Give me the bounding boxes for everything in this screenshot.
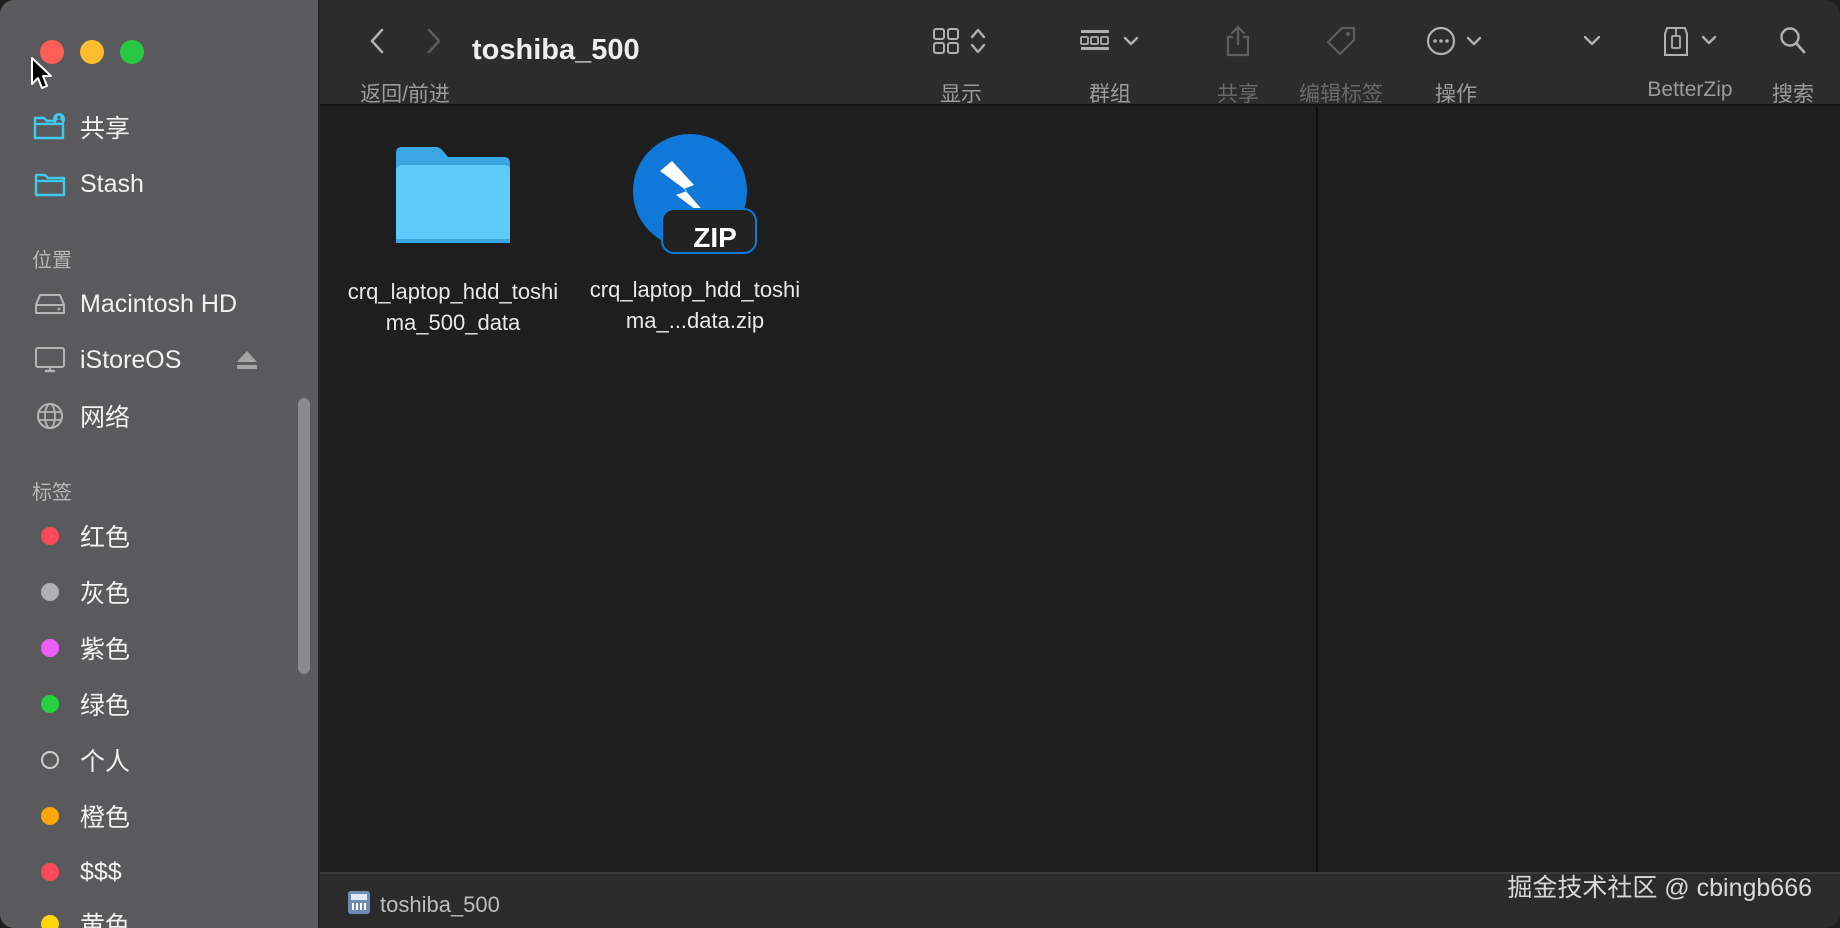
tag-color-dot: [41, 695, 59, 713]
group-button[interactable]: 群组: [1078, 20, 1142, 108]
sidebar-scrollbar[interactable]: [298, 398, 310, 674]
search-button[interactable]: 搜索: [1768, 20, 1818, 108]
folder-icon: [392, 143, 514, 252]
search-icon: [1779, 26, 1807, 61]
globe-icon: [32, 398, 68, 434]
betterzip-archive-icon: [1661, 25, 1719, 62]
sidebar-item-network[interactable]: 网络: [32, 392, 302, 440]
sidebar-item-label: Macintosh HD: [80, 289, 237, 318]
back-forward-label: 返回/前进: [360, 83, 450, 106]
tag-color-dot: [41, 639, 59, 657]
group-icon: [1079, 26, 1141, 61]
back-forward-control: 返回/前进: [348, 20, 462, 108]
display-icon: [32, 342, 68, 378]
tags-section-header: 标签: [32, 482, 72, 504]
minimize-window-button[interactable]: [80, 40, 104, 64]
edit-tags-label: 编辑标签: [1299, 83, 1383, 106]
share-icon: [1225, 24, 1251, 62]
sidebar-item-label: 红色: [80, 524, 131, 552]
file-name: crq_laptop_hdd_toshima_...data.zip: [589, 277, 801, 333]
sidebar: 共享 Stash 位置 Macintosh HD iStoreOS 网络 标签 …: [0, 0, 320, 928]
tag-color-dot: [41, 583, 59, 601]
file-item-folder[interactable]: crq_laptop_hdd_toshima_500_data: [340, 132, 566, 338]
sidebar-tag-red[interactable]: 红色: [32, 512, 302, 560]
tag-color-ring: [41, 751, 59, 769]
zip-badge: ZIP: [693, 222, 737, 253]
action-label: 操作: [1435, 83, 1477, 106]
sidebar-item-label: 绿色: [80, 692, 131, 720]
sidebar-item-shared[interactable]: 共享: [32, 103, 302, 151]
sidebar-item-label: 黄色: [80, 912, 131, 928]
sidebar-item-label: 个人: [80, 748, 131, 776]
view-label: 显示: [940, 83, 982, 106]
sidebar-tag-money[interactable]: $$$: [32, 848, 302, 896]
tag-color-dot: [41, 863, 59, 881]
finder-window: 共享 Stash 位置 Macintosh HD iStoreOS 网络 标签 …: [0, 0, 1840, 928]
sidebar-item-label: 紫色: [80, 636, 131, 664]
tag-color-dot: [41, 915, 59, 928]
sidebar-item-label: 灰色: [80, 580, 131, 608]
chevron-down-icon: [1582, 34, 1602, 52]
sidebar-item-label: 橙色: [80, 804, 131, 832]
sidebar-item-label: $$$: [80, 857, 122, 886]
tag-color-dot: [41, 807, 59, 825]
sidebar-tag-orange[interactable]: 橙色: [32, 792, 302, 840]
betterzip-label: BetterZip: [1647, 78, 1733, 101]
hard-drive-icon: [32, 286, 68, 322]
sidebar-tag-yellow[interactable]: 黄色: [32, 900, 302, 928]
group-label: 群组: [1089, 83, 1131, 106]
sidebar-tag-green[interactable]: 绿色: [32, 680, 302, 728]
edit-tags-button[interactable]: 编辑标签: [1296, 20, 1386, 108]
sidebar-item-istoreos[interactable]: iStoreOS: [32, 336, 302, 384]
sidebar-item-label: Stash: [80, 169, 144, 198]
preview-pane: [1318, 106, 1840, 872]
back-chevron-icon[interactable]: [369, 28, 385, 59]
forward-chevron-icon[interactable]: [426, 28, 442, 59]
sidebar-item-macintosh-hd[interactable]: Macintosh HD: [32, 280, 302, 328]
external-drive-icon: [346, 888, 372, 921]
mouse-cursor-icon: [31, 57, 52, 89]
file-item-zip[interactable]: ZIP crq_laptop_hdd_toshima_...data.zip: [582, 132, 808, 336]
sidebar-tag-personal[interactable]: 个人: [32, 736, 302, 784]
tag-icon: [1324, 25, 1358, 62]
eject-icon[interactable]: [236, 350, 258, 375]
tag-color-dot: [41, 527, 59, 545]
sidebar-tag-purple[interactable]: 紫色: [32, 624, 302, 672]
sidebar-item-label: 共享: [80, 115, 131, 143]
path-item-label: toshiba_500: [380, 891, 500, 917]
file-browser-area[interactable]: crq_laptop_hdd_toshima_500_data ZIP crq_…: [320, 106, 1320, 872]
locations-section-header: 位置: [32, 250, 72, 272]
folder-icon: [32, 166, 68, 202]
watermark-text: 掘金技术社区 @ cbingb666: [1507, 874, 1812, 902]
sidebar-item-label: 网络: [80, 404, 131, 432]
betterzip-button[interactable]: BetterZip: [1640, 20, 1740, 102]
sidebar-item-label: iStoreOS: [80, 345, 182, 374]
sidebar-tag-gray[interactable]: 灰色: [32, 568, 302, 616]
view-button[interactable]: 显示: [928, 20, 994, 108]
share-button[interactable]: 共享: [1206, 20, 1270, 108]
shared-folder-icon: [32, 109, 68, 145]
more-toolbar-button[interactable]: [1582, 20, 1602, 66]
toolbar: 返回/前进 toshiba_500 显示 群组 共享 编辑标签 操作 Bette…: [320, 0, 1840, 106]
icon-grid-icon: [932, 26, 990, 61]
path-item[interactable]: toshiba_500: [346, 888, 500, 921]
share-label: 共享: [1217, 83, 1259, 106]
file-name: crq_laptop_hdd_toshima_500_data: [347, 279, 559, 335]
action-button[interactable]: 操作: [1424, 20, 1488, 108]
sidebar-item-stash[interactable]: Stash: [32, 160, 302, 208]
zoom-window-button[interactable]: [120, 40, 144, 64]
window-title: toshiba_500: [472, 34, 640, 66]
search-label: 搜索: [1772, 83, 1814, 106]
ellipsis-circle-icon: [1424, 25, 1488, 62]
